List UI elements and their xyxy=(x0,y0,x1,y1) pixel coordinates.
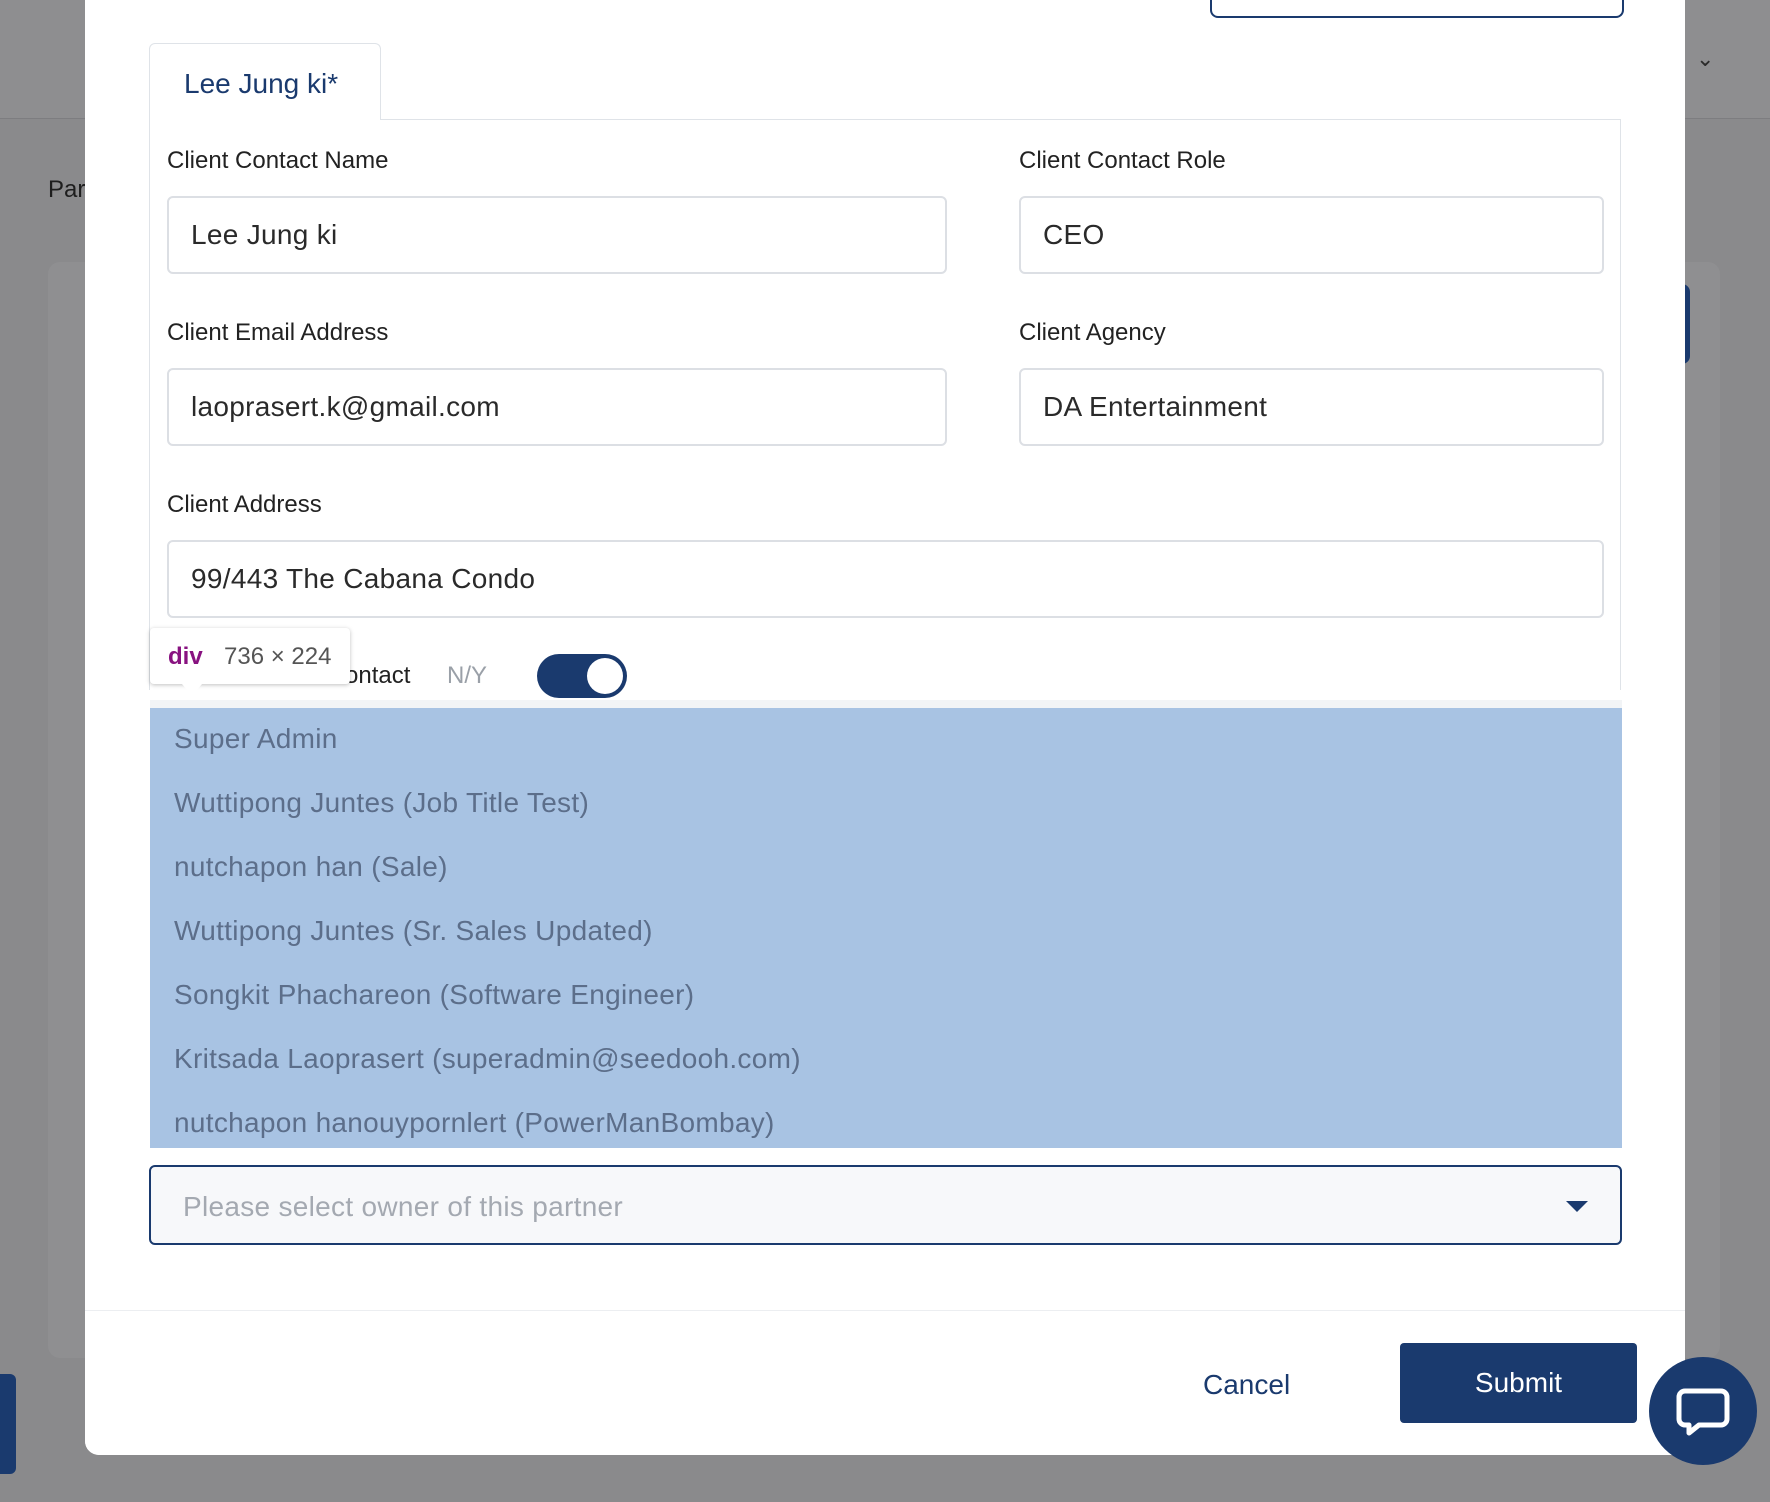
address-label: Client Address xyxy=(167,491,322,518)
email-field[interactable]: laoprasert.k@gmail.com xyxy=(167,368,947,446)
chat-bubble-icon xyxy=(1676,1388,1730,1436)
owner-select-placeholder: Please select owner of this partner xyxy=(183,1191,624,1222)
devtools-element-size: 736 × 224 xyxy=(224,643,332,670)
modal-footer: Cancel Submit xyxy=(85,1310,1685,1455)
agency-field[interactable]: DA Entertainment xyxy=(1019,368,1604,446)
dropdown-option[interactable]: Super Admin xyxy=(174,723,338,755)
dropdown-option[interactable]: nutchapon hanouypornlert (PowerManBombay… xyxy=(174,1107,775,1139)
devtools-tooltip-arrow xyxy=(182,684,202,696)
devtools-element-tooltip: div 736 × 224 xyxy=(150,628,350,696)
dropdown-option[interactable]: Wuttipong Juntes (Job Title Test) xyxy=(174,787,589,819)
email-label: Client Email Address xyxy=(167,319,389,346)
devtools-tag-name: div xyxy=(168,643,203,670)
tab-contact[interactable]: Lee Jung ki* xyxy=(149,43,381,120)
dropdown-option[interactable]: Kritsada Laoprasert (superadmin@seedooh.… xyxy=(174,1043,801,1075)
contact-role-label: Client Contact Role xyxy=(1019,147,1226,174)
background-side-button xyxy=(0,1374,16,1474)
dropdown-option[interactable]: Wuttipong Juntes (Sr. Sales Updated) xyxy=(174,915,653,947)
dropdown-option[interactable]: Songkit Phachareon (Software Engineer) xyxy=(174,979,694,1011)
chat-launcher-button[interactable] xyxy=(1649,1357,1757,1465)
submit-button[interactable]: Submit xyxy=(1400,1343,1637,1423)
owner-dropdown-list: Super Admin Wuttipong Juntes (Job Title … xyxy=(150,700,1622,1148)
partner-modal: Lee Jung ki* Client Contact Name Lee Jun… xyxy=(85,0,1685,1455)
owner-select[interactable]: Please select owner of this partner xyxy=(149,1165,1622,1245)
primary-contact-ny: N/Y xyxy=(447,662,488,689)
tab-contact-label: Lee Jung ki* xyxy=(184,68,339,99)
chevron-down-icon: ⌄ xyxy=(1696,46,1715,71)
dropdown-option[interactable]: nutchapon han (Sale) xyxy=(174,851,448,883)
primary-contact-toggle[interactable] xyxy=(537,654,627,698)
primary-contact-label: ontact xyxy=(345,662,411,689)
background-page-title: Par xyxy=(48,176,86,203)
toggle-knob xyxy=(587,658,623,694)
agency-label: Client Agency xyxy=(1019,319,1166,346)
address-field[interactable]: 99/443 The Cabana Condo xyxy=(167,540,1604,618)
contact-role-field[interactable]: CEO xyxy=(1019,196,1604,274)
contact-name-field[interactable]: Lee Jung ki xyxy=(167,196,947,274)
caret-down-icon xyxy=(1566,1201,1588,1212)
top-input-edge[interactable] xyxy=(1210,0,1624,18)
contact-name-label: Client Contact Name xyxy=(167,147,389,174)
cancel-button[interactable]: Cancel xyxy=(1203,1369,1290,1401)
